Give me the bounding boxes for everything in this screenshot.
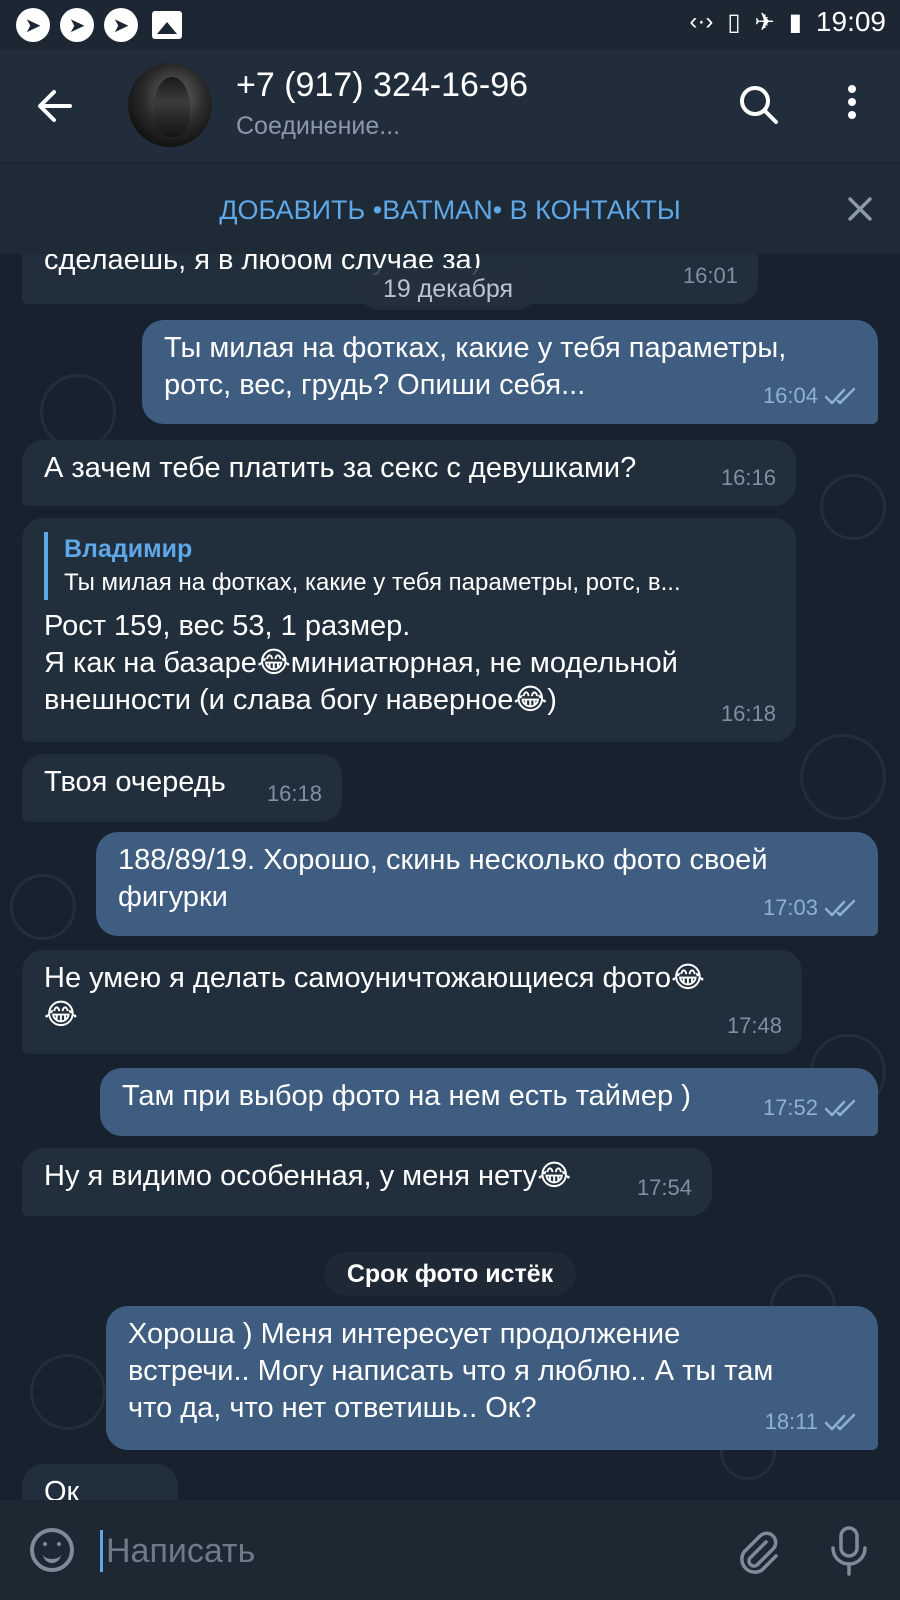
back-arrow-icon[interactable]	[30, 80, 82, 132]
message-incoming-reply[interactable]: Владимир Ты милая на фотках, какие у теб…	[22, 518, 796, 742]
clock: 19:09	[815, 6, 886, 37]
background-doodle	[30, 1354, 106, 1430]
message-time: 16:04	[762, 383, 818, 408]
message-incoming[interactable]: Ну я видимо особенная, у меня нету😂 17:5…	[22, 1148, 712, 1216]
airplane-icon: ✈	[754, 8, 775, 36]
message-composer	[0, 1500, 900, 1600]
text-cursor	[100, 1530, 103, 1572]
message-time: 16:18	[720, 701, 776, 726]
contact-name[interactable]: +7 (917) 324-16-96	[236, 66, 528, 105]
connection-status: Соединение...	[236, 112, 401, 140]
chat-history[interactable]: сделаешь, я в любом случае за) 16:01 19 …	[0, 254, 900, 1500]
close-icon[interactable]	[842, 191, 878, 227]
message-text: А зачем тебе платить за секс с девушками…	[44, 452, 637, 484]
read-checkmarks-icon	[824, 1099, 856, 1116]
message-incoming[interactable]: Не умею я делать самоуничтожающиеся фото…	[22, 950, 802, 1054]
message-text-line: 😂	[44, 999, 78, 1031]
emoji-icon[interactable]	[30, 1528, 74, 1572]
avatar[interactable]	[128, 63, 212, 147]
message-text: Ты милая на фотках, какие у тебя парамет…	[164, 332, 787, 401]
message-time: 16:18	[266, 781, 322, 806]
message-text-line: внешности (и слава богу наверное😂)	[44, 684, 557, 716]
read-checkmarks-icon	[824, 387, 856, 404]
message-text-line: Рост 159, вес 53, 1 размер.	[44, 610, 411, 642]
message-text-line: Не умею я делать самоуничтожающиеся фото…	[44, 962, 705, 994]
message-text: Ок	[44, 1476, 80, 1500]
message-outgoing[interactable]: 188/89/19. Хорошо, скинь несколько фото …	[96, 832, 878, 936]
message-time: 17:03	[762, 895, 818, 920]
no-sim-icon: ▯	[727, 8, 741, 36]
message-text-line: встречи.. Могу написать что я люблю.. А …	[128, 1355, 774, 1387]
telegram-icon: ➤	[104, 8, 138, 42]
message-outgoing[interactable]: Хороша ) Меня интересует продолжение вст…	[106, 1306, 878, 1450]
message-text-line: Я как на базаре😂миниатюрная, не модельно…	[44, 647, 678, 679]
service-message: Срок фото истёк	[324, 1252, 576, 1296]
system-icons: ‹·› ▯ ✈ ▮ 19:09	[689, 6, 886, 38]
message-text-line: фигурки	[118, 881, 228, 913]
message-incoming[interactable]: А зачем тебе платить за секс с девушками…	[22, 440, 796, 506]
more-options-icon[interactable]	[832, 80, 872, 130]
message-text: Твоя очередь	[44, 766, 226, 798]
telegram-icon: ➤	[60, 8, 94, 42]
battery-charging-icon: ▮	[788, 8, 802, 36]
add-contact-banner: ДОБАВИТЬ •BATMAN• В КОНТАКТЫ	[0, 162, 900, 255]
microphone-icon[interactable]	[826, 1524, 872, 1578]
message-outgoing[interactable]: Ты милая на фотках, какие у тебя парамет…	[142, 320, 878, 424]
message-time: 16:16	[720, 465, 776, 490]
reply-snippet: Ты милая на фотках, какие у тебя парамет…	[64, 569, 681, 596]
date-divider: 19 декабря	[358, 268, 538, 310]
search-icon[interactable]	[734, 80, 784, 130]
notification-icons: ➤ ➤ ➤	[16, 8, 182, 42]
message-outgoing[interactable]: Там при выбор фото на нем есть таймер ) …	[100, 1068, 878, 1136]
background-doodle	[10, 874, 76, 940]
message-incoming[interactable]: Твоя очередь 16:18	[22, 754, 342, 822]
chat-header: +7 (917) 324-16-96 Соединение...	[0, 50, 900, 162]
message-text-line: что да, что нет ответишь.. Ок?	[128, 1392, 537, 1424]
message-incoming[interactable]: Ок	[22, 1464, 178, 1500]
data-icon: ‹·›	[689, 8, 714, 35]
status-bar: ➤ ➤ ➤ ‹·› ▯ ✈ ▮ 19:09	[0, 0, 900, 50]
message-time: 17:52	[762, 1095, 818, 1120]
background-doodle	[40, 374, 116, 450]
background-doodle	[820, 474, 886, 540]
telegram-icon: ➤	[16, 8, 50, 42]
reply-author: Владимир	[64, 535, 193, 563]
attach-icon[interactable]	[732, 1526, 782, 1576]
background-doodle	[800, 734, 886, 820]
add-contact-button[interactable]: ДОБАВИТЬ •BATMAN• В КОНТАКТЫ	[0, 195, 900, 226]
read-checkmarks-icon	[824, 899, 856, 916]
message-input[interactable]	[104, 1522, 688, 1580]
reply-quote[interactable]: Владимир Ты милая на фотках, какие у теб…	[44, 532, 774, 600]
message-text-line: Хороша ) Меня интересует продолжение	[128, 1318, 681, 1350]
message-time: 17:54	[636, 1175, 692, 1200]
message-time: 16:01	[682, 263, 738, 288]
message-text-line: 188/89/19. Хорошо, скинь несколько фото …	[118, 844, 768, 876]
message-time: 18:11	[764, 1409, 818, 1434]
message-time: 17:48	[726, 1013, 782, 1038]
read-checkmarks-icon	[824, 1413, 856, 1430]
message-text: Ну я видимо особенная, у меня нету😂	[44, 1160, 572, 1192]
message-text: Там при выбор фото на нем есть таймер )	[122, 1080, 691, 1112]
image-icon	[152, 11, 182, 39]
